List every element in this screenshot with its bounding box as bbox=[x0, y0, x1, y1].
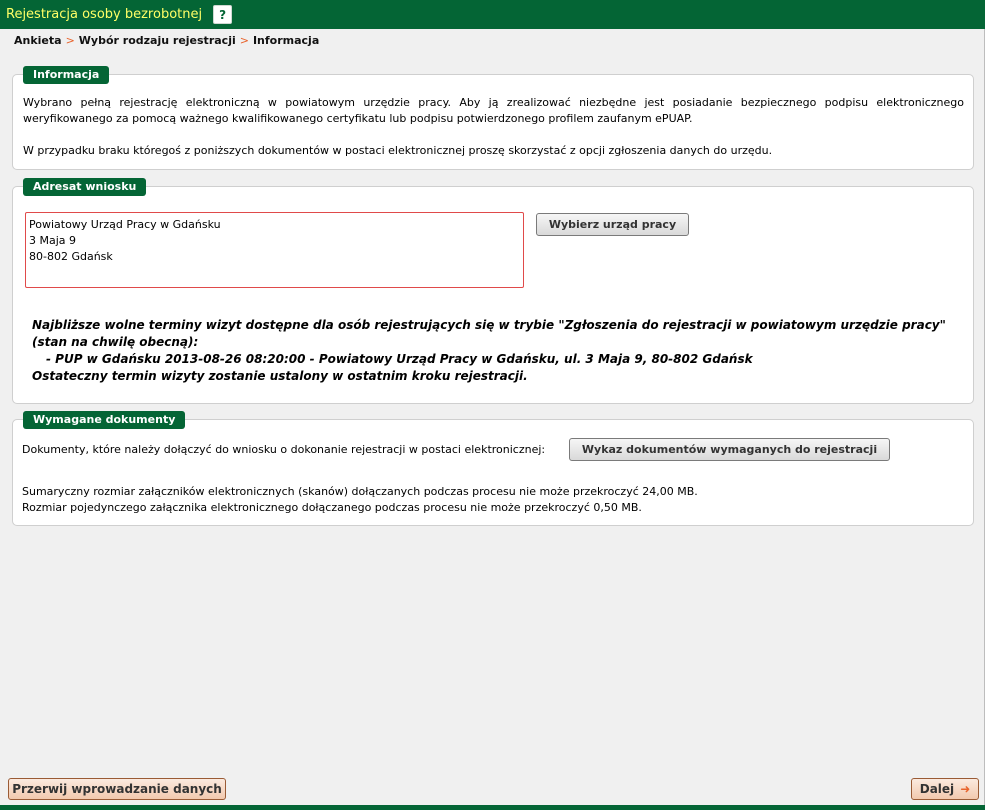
visit-terms: Najbliższe wolne terminy wizyt dostępne … bbox=[32, 317, 957, 385]
recipient-street: 3 Maja 9 bbox=[29, 234, 77, 247]
attachment-total-limit: Sumaryczny rozmiar załączników elektroni… bbox=[22, 485, 698, 498]
choose-office-button[interactable]: Wybierz urząd pracy bbox=[536, 213, 689, 236]
breadcrumb: Ankieta > Wybór rodzaju rejestracji > In… bbox=[14, 34, 319, 47]
info-paragraph-signature: Wybrano pełną rejestrację elektroniczną … bbox=[23, 96, 964, 125]
documents-intro: Dokumenty, które należy dołączyć do wnio… bbox=[22, 443, 546, 456]
recipient-office-name: Powiatowy Urząd Pracy w Gdańsku bbox=[29, 218, 221, 231]
breadcrumb-item-current: Informacja bbox=[252, 34, 320, 47]
breadcrumb-item-ankieta[interactable]: Ankieta bbox=[14, 34, 62, 47]
recipient-address-box: Powiatowy Urząd Pracy w Gdańsku 3 Maja 9… bbox=[25, 212, 524, 288]
breadcrumb-separator: > bbox=[239, 34, 249, 47]
info-section-label: Informacja bbox=[23, 66, 110, 84]
required-documents-button[interactable]: Wykaz dokumentów wymaganych do rejestrac… bbox=[569, 438, 890, 461]
next-button-label: Dalej bbox=[919, 782, 955, 796]
next-button[interactable]: Dalej ➜ bbox=[911, 778, 979, 800]
arrow-right-icon: ➜ bbox=[960, 782, 971, 796]
documents-section: Wymagane dokumenty Dokumenty, które nale… bbox=[12, 411, 974, 526]
visit-terms-final: Ostateczny termin wizyty zostanie ustalo… bbox=[32, 369, 528, 383]
info-section: Informacja Wybrano pełną rejestrację ele… bbox=[12, 66, 974, 170]
window-title: Rejestracja osoby bezrobotnej bbox=[6, 7, 203, 22]
visit-term-item: - PUP w Gdańsku 2013-08-26 08:20:00 - Po… bbox=[46, 352, 753, 366]
help-button[interactable]: ? bbox=[213, 5, 233, 24]
bottom-bar bbox=[0, 805, 985, 810]
info-paragraph-missing-docs: W przypadku braku któregoś z poniższych … bbox=[23, 144, 773, 157]
breadcrumb-separator: > bbox=[65, 34, 75, 47]
title-bar: Rejestracja osoby bezrobotnej ? bbox=[0, 0, 985, 29]
recipient-postal-city: 80-802 Gdańsk bbox=[29, 250, 113, 263]
recipient-section-label: Adresat wniosku bbox=[23, 178, 147, 196]
cancel-entry-button[interactable]: Przerwij wprowadzanie danych bbox=[8, 778, 226, 800]
visit-terms-intro: Najbliższe wolne terminy wizyt dostępne … bbox=[32, 318, 946, 349]
attachment-limits: Sumaryczny rozmiar załączników elektroni… bbox=[22, 484, 698, 516]
breadcrumb-item-registration-type[interactable]: Wybór rodzaju rejestracji bbox=[79, 34, 236, 47]
recipient-section: Adresat wniosku Powiatowy Urząd Pracy w … bbox=[12, 178, 974, 404]
documents-section-label: Wymagane dokumenty bbox=[23, 411, 186, 429]
attachment-single-limit: Rozmiar pojedynczego załącznika elektron… bbox=[22, 501, 642, 514]
